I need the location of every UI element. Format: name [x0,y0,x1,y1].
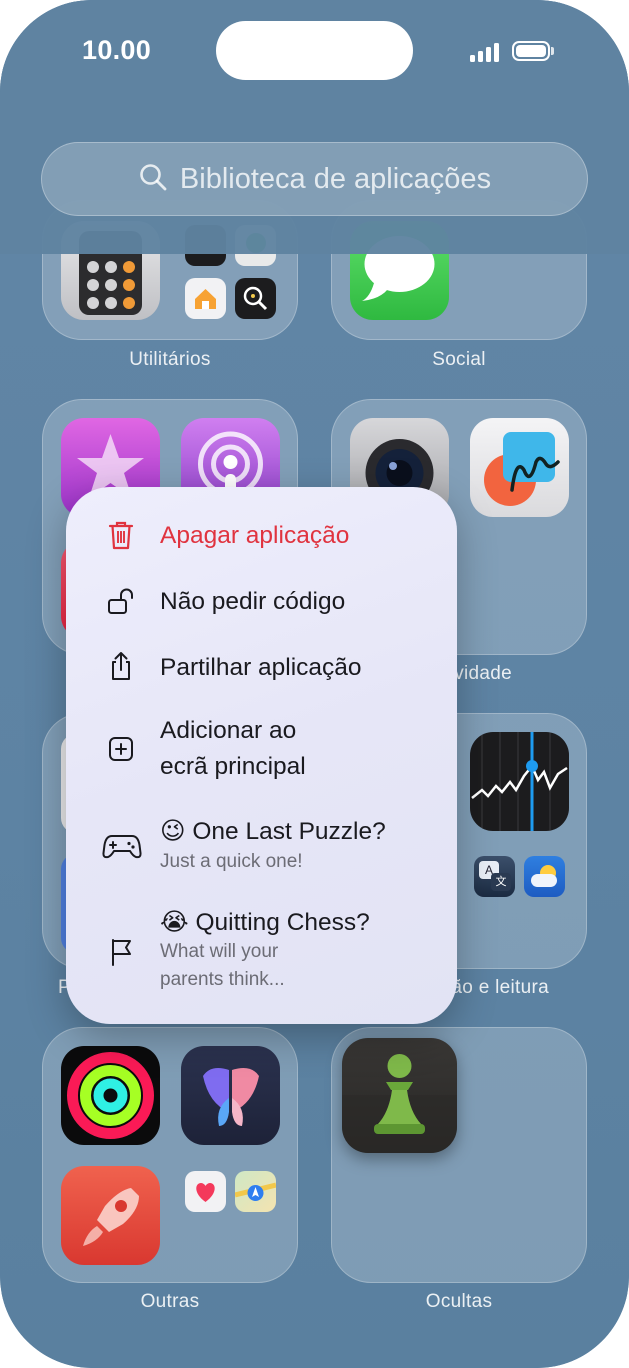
menu-label-quitting-chess: 😭 Quitting Chess? [160,905,370,940]
phone-screen: Utilitários Social vidade P A 文 ão e lei… [0,0,629,1368]
menu-title-quitting-chess: Quitting Chess? [195,909,370,936]
menu-item-one-last-puzzle[interactable]: 😉 One Last Puzzle? Just a quick one! [66,814,457,878]
menu-subtitle-one-last-puzzle: Just a quick one! [160,851,303,872]
menu-label-add-line1: Adicionar ao [160,717,297,744]
crying-emoji: 😭 [160,909,189,936]
menu-subtitle-quitting-chess-line1: What will your [160,941,279,962]
app-context-menu: Apagar aplicação Não pedir código Partil… [66,487,457,1024]
menu-item-delete-app[interactable]: Apagar aplicação [66,515,457,557]
dynamic-island [216,21,413,80]
menu-item-quitting-chess[interactable]: 😭 Quitting Chess? What will your parents… [66,905,457,997]
menu-label-dont-require-code: Não pedir código [160,588,346,615]
fitness-app-icon[interactable] [61,1046,160,1145]
cellular-signal-icon [470,42,502,62]
search-placeholder: Biblioteca de aplicações [179,162,492,195]
battery-tip-icon [551,47,554,55]
folder-label-hidden: Ocultas [425,1291,493,1312]
plus-square-icon [104,732,138,766]
menu-item-share-app[interactable]: Partilhar aplicação [66,647,457,689]
home-app-icon[interactable] [185,278,226,319]
menu-item-add-to-home-screen[interactable]: Adicionar ao ecrã principal [66,713,457,785]
wink-emoji: 😉 [160,818,186,845]
folder-label-other: Outras [140,1291,200,1312]
magnifier-icon [138,162,168,197]
folder-hidden[interactable] [331,1027,587,1283]
butterfly-app-icon[interactable] [181,1046,280,1145]
stocks-app-icon[interactable] [470,732,569,831]
gamepad-icon [102,829,142,863]
weather-app-icon[interactable] [524,856,565,897]
menu-label-delete-app: Apagar aplicação [160,522,350,549]
battery-icon [512,41,550,61]
health-app-icon[interactable] [185,1171,226,1212]
status-time: 10.00 [82,35,152,65]
menu-title-one-last-puzzle: One Last Puzzle? [192,818,386,845]
header-band: 10.00 Biblioteca de aplicações [0,0,629,254]
share-icon [104,649,138,683]
rocket-app-icon[interactable] [61,1166,160,1265]
unlock-icon [104,584,138,618]
menu-label-one-last-puzzle: 😉 One Last Puzzle? [160,814,386,849]
menu-label-share-app: Partilhar aplicação [160,654,362,681]
translate-app-icon[interactable]: A 文 [474,856,515,897]
maps-app-icon[interactable] [235,1171,276,1212]
menu-subtitle-quitting-chess-line2: parents think... [160,969,285,990]
folder-other[interactable] [42,1027,298,1283]
app-library-search[interactable]: Biblioteca de aplicações [41,142,588,216]
menu-item-dont-require-code[interactable]: Não pedir código [66,581,457,623]
trash-icon [104,518,138,552]
folder-label-social: Social [432,349,486,370]
chess-app-icon[interactable] [342,1038,457,1153]
menu-label-add-line2: ecrã principal [160,753,306,780]
folder-label-utilities: Utilitários [129,349,211,370]
flag-icon [104,935,138,969]
freeform-app-icon[interactable] [470,418,569,517]
magnifier-app-icon[interactable] [235,278,276,319]
